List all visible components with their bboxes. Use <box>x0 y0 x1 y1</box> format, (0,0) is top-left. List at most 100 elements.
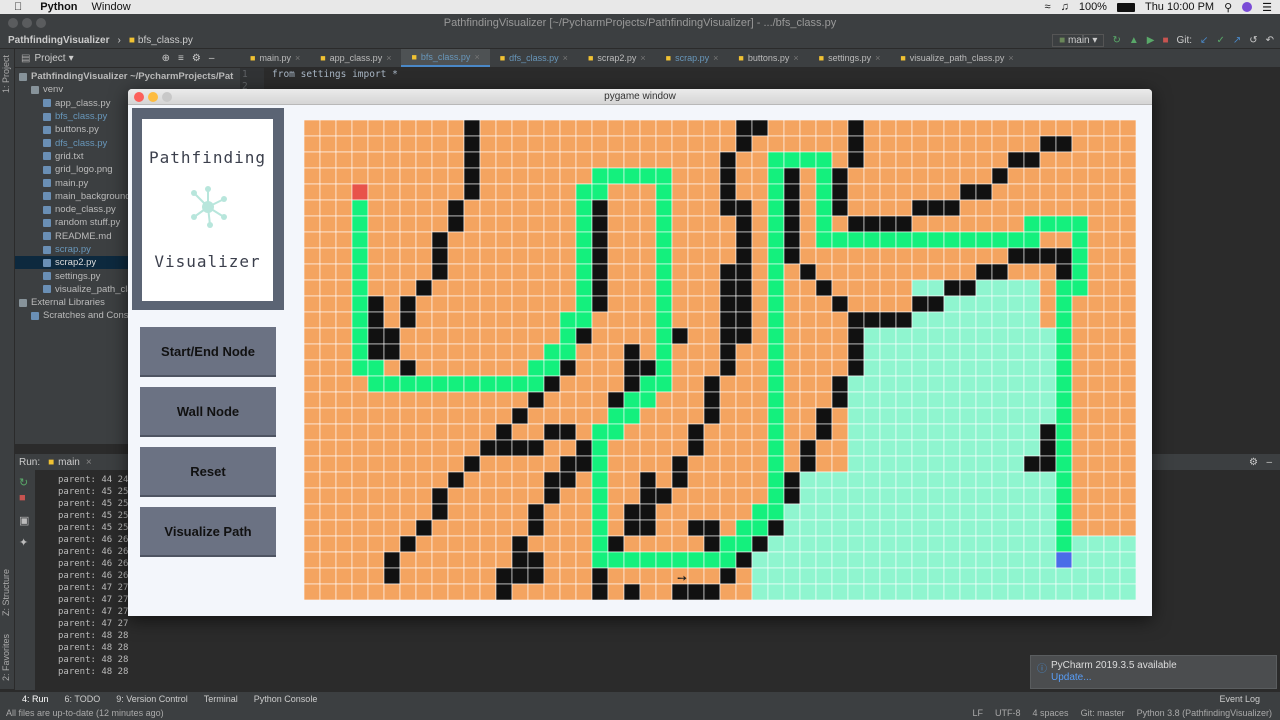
grid-cell-visited[interactable] <box>975 535 993 553</box>
grid-cell-empty[interactable] <box>304 183 321 201</box>
grid-cell-empty[interactable] <box>831 247 849 265</box>
grid-cell-visited[interactable] <box>1087 567 1105 585</box>
grid-cell-empty[interactable] <box>687 183 705 201</box>
grid-cell-empty[interactable] <box>335 359 353 377</box>
grid-cell-empty[interactable] <box>703 311 721 329</box>
grid-cell-empty[interactable] <box>895 295 913 313</box>
grid-cell-path[interactable] <box>767 423 785 441</box>
grid-cell-empty[interactable] <box>415 247 433 265</box>
grid-cell-visited[interactable] <box>1007 487 1025 505</box>
grid-cell-empty[interactable] <box>751 487 769 505</box>
grid-cell-empty[interactable] <box>447 519 465 537</box>
grid-cell-empty[interactable] <box>1007 215 1025 233</box>
grid-cell-empty[interactable] <box>959 263 977 281</box>
grid-cell-empty[interactable] <box>1119 407 1136 425</box>
grid-cell-visited[interactable] <box>911 455 929 473</box>
grid-cell-visited[interactable] <box>831 567 849 585</box>
grid-cell-visited[interactable] <box>1023 439 1041 457</box>
grid-cell-path[interactable] <box>1007 231 1025 249</box>
grid-cell-empty[interactable] <box>479 151 497 169</box>
grid-cell-empty[interactable] <box>687 471 705 489</box>
grid-cell-empty[interactable] <box>639 295 657 313</box>
grid-cell-empty[interactable] <box>607 519 625 537</box>
grid-cell-empty[interactable] <box>399 567 417 585</box>
grid-cell-empty[interactable] <box>991 120 1009 137</box>
grid-cell-wall[interactable] <box>447 471 465 489</box>
grid-cell-empty[interactable] <box>415 327 433 345</box>
grid-cell-empty[interactable] <box>447 423 465 441</box>
grid-cell-empty[interactable] <box>1103 391 1121 409</box>
grid-cell-empty[interactable] <box>447 583 465 600</box>
grid-cell-empty[interactable] <box>367 167 385 185</box>
grid-cell-visited[interactable] <box>991 551 1009 569</box>
grid-cell-visited[interactable] <box>1039 583 1057 600</box>
grid-cell-empty[interactable] <box>1023 263 1041 281</box>
grid-cell-empty[interactable] <box>1087 295 1105 313</box>
grid-cell-path[interactable] <box>767 503 785 521</box>
grid-cell-empty[interactable] <box>719 503 737 521</box>
grid-cell-wall[interactable] <box>559 359 577 377</box>
grid-cell-path[interactable] <box>559 343 577 361</box>
grid-cell-empty[interactable] <box>1119 135 1136 153</box>
grid-cell-empty[interactable] <box>495 471 513 489</box>
grid-cell-empty[interactable] <box>1087 375 1105 393</box>
grid-cell-path[interactable] <box>575 199 593 217</box>
grid-cell-path[interactable] <box>815 151 833 169</box>
grid-cell-visited[interactable] <box>943 567 961 585</box>
grid-cell-empty[interactable] <box>687 503 705 521</box>
grid-cell-empty[interactable] <box>463 519 481 537</box>
grid-cell-empty[interactable] <box>495 215 513 233</box>
grid-cell-visited[interactable] <box>991 311 1009 329</box>
grid-cell-empty[interactable] <box>1119 247 1136 265</box>
grid-cell-empty[interactable] <box>687 199 705 217</box>
grid-cell-wall[interactable] <box>591 247 609 265</box>
grid-cell-wall[interactable] <box>543 487 561 505</box>
grid-cell-empty[interactable] <box>575 551 593 569</box>
grid-cell-empty[interactable] <box>815 343 833 361</box>
grid-cell-visited[interactable] <box>1087 535 1105 553</box>
grid-cell-empty[interactable] <box>304 407 321 425</box>
grid-cell-empty[interactable] <box>1103 343 1121 361</box>
grid-cell-empty[interactable] <box>383 120 401 137</box>
grid-cell-empty[interactable] <box>959 135 977 153</box>
grid-cell-visited[interactable] <box>959 311 977 329</box>
grid-cell-empty[interactable] <box>351 503 369 521</box>
grid-cell-path[interactable] <box>927 231 945 249</box>
grid-cell-empty[interactable] <box>655 439 673 457</box>
grid-cell-visited[interactable] <box>927 567 945 585</box>
grid-cell-wall[interactable] <box>447 199 465 217</box>
grid-cell-empty[interactable] <box>735 151 753 169</box>
grid-cell-empty[interactable] <box>479 311 497 329</box>
grid-cell-empty[interactable] <box>511 311 529 329</box>
grid-cell-path[interactable] <box>543 359 561 377</box>
grid-cell-empty[interactable] <box>527 183 545 201</box>
grid-cell-path[interactable] <box>623 407 641 425</box>
grid-cell-empty[interactable] <box>319 423 337 441</box>
grid-cell-visited[interactable] <box>1007 279 1025 297</box>
grid-cell-empty[interactable] <box>511 343 529 361</box>
grid-cell-wall[interactable] <box>895 215 913 233</box>
tool-todo[interactable]: 6: TODO <box>65 694 101 704</box>
grid-cell-visited[interactable] <box>1071 551 1089 569</box>
grid-cell-empty[interactable] <box>815 327 833 345</box>
grid-cell-empty[interactable] <box>527 487 545 505</box>
grid-cell-empty[interactable] <box>447 231 465 249</box>
grid-cell-empty[interactable] <box>671 487 689 505</box>
grid-cell-path[interactable] <box>1055 375 1073 393</box>
grid-cell-empty[interactable] <box>559 263 577 281</box>
grid-cell-empty[interactable] <box>527 455 545 473</box>
grid-cell-wall[interactable] <box>527 439 545 457</box>
grid-cell-empty[interactable] <box>879 247 897 265</box>
grid-cell-empty[interactable] <box>527 471 545 489</box>
menu-window[interactable]: Window <box>92 1 131 13</box>
grid-cell-empty[interactable] <box>639 231 657 249</box>
grid-cell-empty[interactable] <box>431 455 449 473</box>
grid-cell-wall[interactable] <box>831 375 849 393</box>
grid-cell-empty[interactable] <box>479 279 497 297</box>
grid-cell-visited[interactable] <box>911 487 929 505</box>
grid-cell-path[interactable] <box>655 263 673 281</box>
grid-cell-visited[interactable] <box>879 503 897 521</box>
grid-cell-path[interactable] <box>1055 487 1073 505</box>
grid-cell-empty[interactable] <box>863 167 881 185</box>
grid-cell-empty[interactable] <box>415 359 433 377</box>
